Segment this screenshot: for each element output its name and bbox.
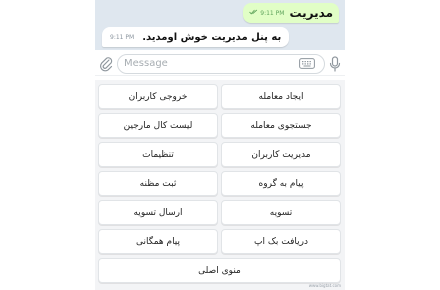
btn-broadcast-message[interactable]: پیام همگانی	[98, 229, 218, 254]
paperclip-icon[interactable]	[99, 56, 113, 72]
btn-main-menu[interactable]: منوی اصلی	[98, 258, 341, 283]
microphone-icon[interactable]	[329, 55, 341, 72]
outgoing-text: مدیریت	[289, 6, 333, 20]
message-placeholder: Message	[124, 58, 168, 69]
reply-keyboard: ایجاد معامله خروجی کاربران جستجوی معامله…	[95, 80, 345, 290]
incoming-message[interactable]: 9:11 PM به پنل مدیریت خوش اومدید.	[102, 27, 290, 47]
btn-send-settlement[interactable]: ارسال تسویه	[98, 200, 218, 225]
watermark: www.bigtat.com	[308, 283, 341, 288]
outgoing-message[interactable]: 9:11 PM مدیریت	[243, 3, 339, 23]
btn-settlement[interactable]: تسویه	[221, 200, 341, 225]
btn-export-users[interactable]: خروجی کاربران	[98, 84, 218, 109]
btn-get-backup[interactable]: دریافت بک اپ	[221, 229, 341, 254]
btn-manage-users[interactable]: مدیریت کاربران	[221, 142, 341, 167]
outgoing-meta: 9:11 PM	[249, 9, 284, 17]
btn-create-deal[interactable]: ایجاد معامله	[221, 84, 341, 109]
composer-bar: Message	[95, 52, 345, 76]
incoming-text: به پنل مدیریت خوش اومدید.	[142, 31, 282, 43]
message-input[interactable]: Message	[117, 53, 325, 74]
chat-area: 9:11 PM مدیریت 9:11 PM به پنل مدیریت خوش…	[95, 0, 345, 50]
telegram-window: 9:11 PM مدیریت 9:11 PM به پنل مدیریت خوش…	[95, 0, 345, 290]
incoming-time: 9:11 PM	[110, 33, 135, 41]
read-double-check-icon	[249, 9, 258, 17]
btn-settings[interactable]: تنظیمات	[98, 142, 218, 167]
keyboard-icon[interactable]	[296, 55, 318, 73]
btn-margin-call-list[interactable]: لیست کال مارجین	[98, 113, 218, 138]
outgoing-time: 9:11 PM	[260, 9, 285, 17]
btn-search-deal[interactable]: جستجوی معامله	[221, 113, 341, 138]
btn-group-message[interactable]: پیام به گروه	[221, 171, 341, 196]
btn-record-quote[interactable]: ثبت مظنه	[98, 171, 218, 196]
